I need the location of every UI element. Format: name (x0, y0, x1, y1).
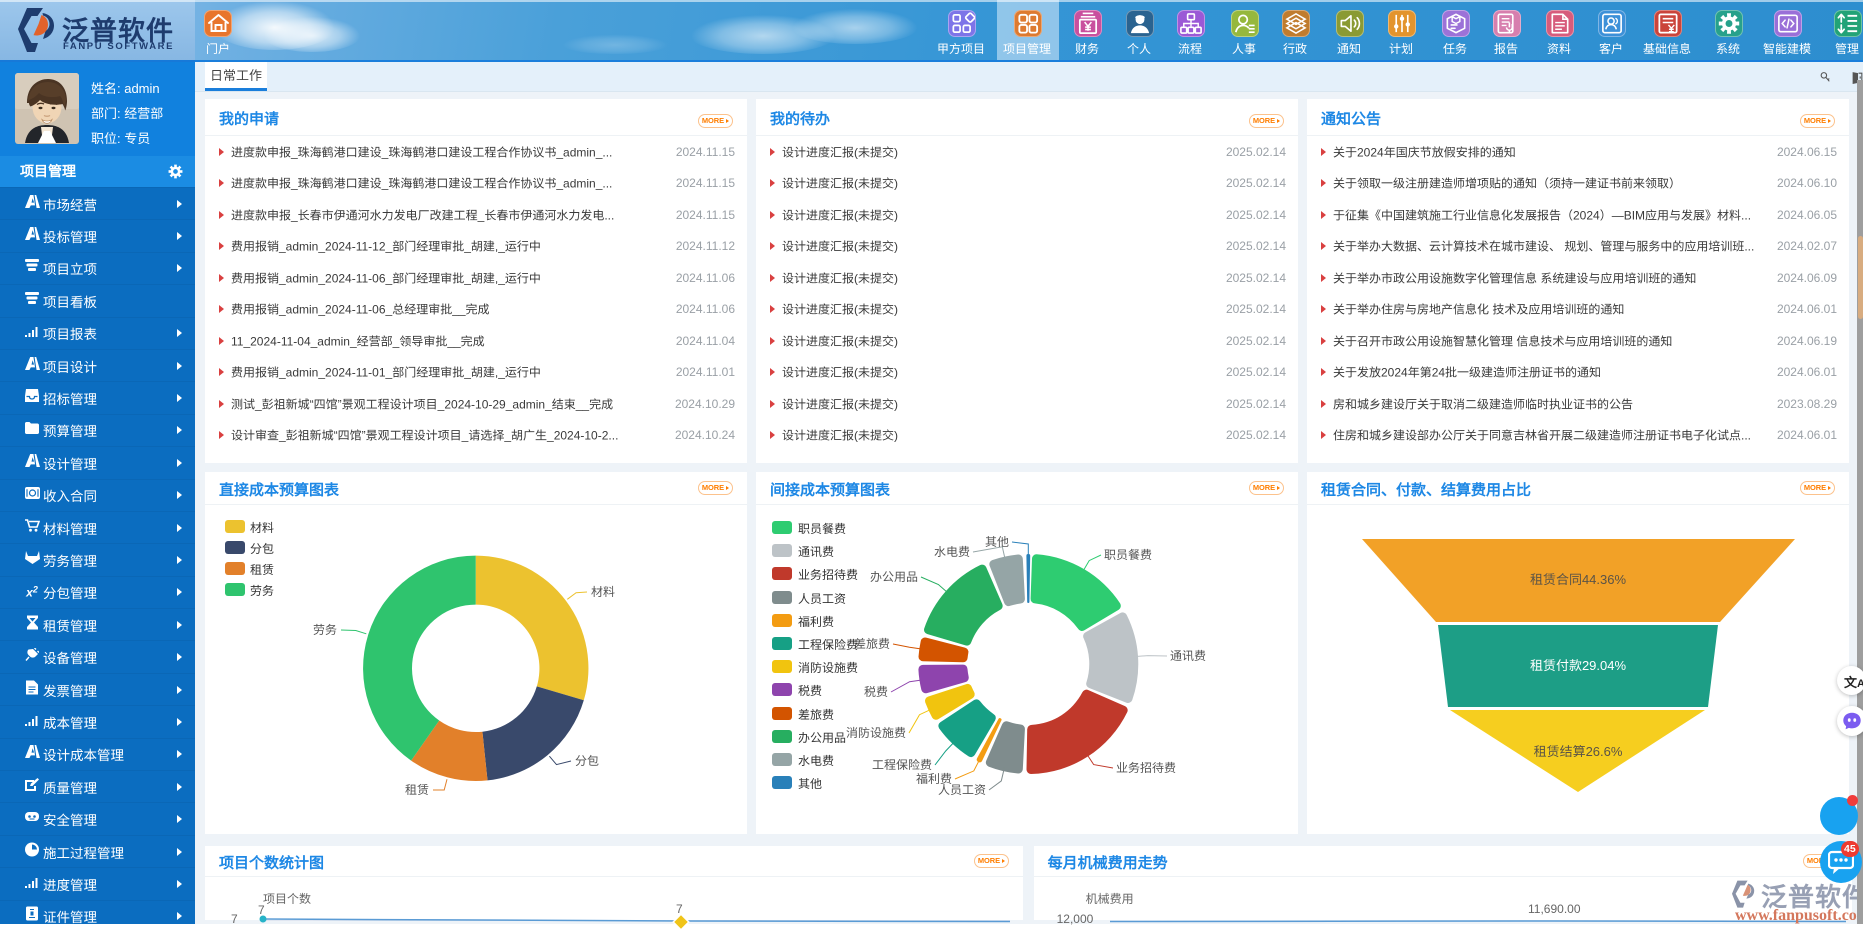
svg-text:租赁结算26.6%: 租赁结算26.6% (1534, 744, 1623, 759)
svg-text:工程保险费: 工程保险费 (872, 758, 932, 772)
svg-text:消防设施费: 消防设施费 (846, 726, 906, 740)
svg-text:11,690.00: 11,690.00 (1528, 902, 1581, 916)
svg-text:税费: 税费 (864, 685, 888, 699)
svg-text:通讯费: 通讯费 (1170, 649, 1206, 663)
svg-text:差旅费: 差旅费 (854, 637, 890, 651)
svg-text:职员餐费: 职员餐费 (1104, 548, 1152, 562)
svg-text:租赁付款29.04%: 租赁付款29.04% (1530, 658, 1627, 673)
svg-text:水电费: 水电费 (934, 545, 970, 559)
svg-text:租赁: 租赁 (405, 783, 429, 797)
svg-text:劳务: 劳务 (313, 623, 337, 637)
svg-text:7: 7 (676, 902, 683, 916)
svg-text:其他: 其他 (985, 535, 1009, 549)
svg-text:业务招待费: 业务招待费 (1116, 761, 1176, 775)
svg-text:福利费: 福利费 (916, 772, 952, 786)
svg-text:租赁合同44.36%: 租赁合同44.36% (1530, 572, 1627, 587)
svg-text:分包: 分包 (575, 754, 599, 768)
svg-text:办公用品: 办公用品 (870, 570, 918, 584)
svg-text:材料: 材料 (591, 585, 615, 599)
